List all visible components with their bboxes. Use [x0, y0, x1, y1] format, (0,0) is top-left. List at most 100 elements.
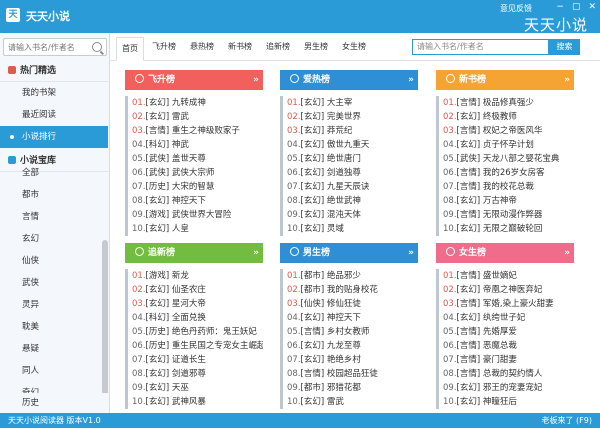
- sidebar-item-recent[interactable]: 最近阅读: [0, 104, 108, 126]
- list-item[interactable]: 06.[玄幻] 剑道独尊: [283, 166, 418, 180]
- close-icon[interactable]: ✕: [588, 2, 596, 12]
- list-item[interactable]: 05.[武侠] 天龙八部之婴花宝典: [439, 152, 574, 166]
- tab-xuanre[interactable]: 悬热榜: [190, 41, 214, 52]
- list-item[interactable]: 09.[言情] 无限动漫作弊器: [439, 208, 574, 222]
- tab-zhuixin[interactable]: 追新榜: [266, 41, 290, 52]
- list-item[interactable]: 01.[玄幻] 大主宰: [283, 96, 418, 110]
- list-item[interactable]: 04.[玄幻] 纨绔世子妃: [439, 311, 574, 325]
- sidebar-item-yanqing[interactable]: 言情: [0, 206, 108, 228]
- list-item[interactable]: 02.[玄幻] 终极教师: [439, 110, 574, 124]
- panel-header[interactable]: 爱热榜 »: [280, 70, 418, 90]
- list-item[interactable]: 03.[言情] 军婚,染上豪火甜妻: [439, 297, 574, 311]
- list-item[interactable]: 06.[言情] 我的26岁女房客: [439, 166, 574, 180]
- more-arrow-icon[interactable]: »: [253, 243, 259, 263]
- search-icon[interactable]: [92, 42, 102, 52]
- search-button[interactable]: 搜索: [549, 39, 580, 55]
- list-item[interactable]: 02.[都市] 我的贴身校花: [283, 283, 418, 297]
- minimize-icon[interactable]: −: [556, 2, 564, 12]
- list-item[interactable]: 09.[玄幻] 混沌天体: [283, 208, 418, 222]
- sidebar-search-input[interactable]: [4, 39, 88, 55]
- more-arrow-icon[interactable]: »: [564, 70, 570, 90]
- list-item[interactable]: 02.[玄幻] 帝凰之神医弃妃: [439, 283, 574, 297]
- list-item[interactable]: 08.[玄幻] 万古神帝: [439, 194, 574, 208]
- tab-newbooks[interactable]: 新书榜: [228, 41, 252, 52]
- list-item[interactable]: 05.[历史] 绝色丹药师：鬼王妖妃: [128, 325, 263, 339]
- list-item[interactable]: 07.[玄幻] 九星天辰诀: [283, 180, 418, 194]
- tab-female[interactable]: 女生榜: [342, 41, 366, 52]
- list-item[interactable]: 10.[玄幻] 神瞳狂后: [439, 395, 574, 409]
- list-item[interactable]: 10.[玄幻] 无限之巅破轮回: [439, 222, 574, 236]
- list-item[interactable]: 08.[玄幻] 剑道邪尊: [128, 367, 263, 381]
- list-item[interactable]: 09.[玄幻] 天巫: [128, 381, 263, 395]
- list-item[interactable]: 01.[言情] 极品修真强少: [439, 96, 574, 110]
- list-item[interactable]: 10.[玄幻] 人皇: [128, 222, 263, 236]
- list-item[interactable]: 01.[都市] 绝品邪少: [283, 269, 418, 283]
- list-item[interactable]: 06.[历史] 重生民国之专宠女主崛起: [128, 339, 263, 353]
- sidebar-item-dushi[interactable]: 都市: [0, 184, 108, 206]
- sidebar-item-ranking[interactable]: 小说排行: [0, 126, 108, 148]
- list-item[interactable]: 06.[言情] 恶魔总裁: [439, 339, 574, 353]
- list-item[interactable]: 09.[游戏] 武侠世界大冒险: [128, 208, 263, 222]
- list-item[interactable]: 10.[玄幻] 雷武: [283, 395, 418, 409]
- list-item[interactable]: 01.[游戏] 新龙: [128, 269, 263, 283]
- list-item[interactable]: 08.[言情] 校园超品狂徒: [283, 367, 418, 381]
- sidebar-item-wuxia[interactable]: 武侠: [0, 272, 108, 294]
- list-item[interactable]: 04.[科幻] 全面兑换: [128, 311, 263, 325]
- list-item[interactable]: 02.[玄幻] 雷武: [128, 110, 263, 124]
- sidebar-item-all[interactable]: 全部: [0, 162, 108, 184]
- list-item[interactable]: 07.[玄幻] 证道长生: [128, 353, 263, 367]
- more-arrow-icon[interactable]: »: [408, 243, 414, 263]
- sidebar-item-lingyi[interactable]: 灵异: [0, 294, 108, 316]
- list-item[interactable]: 07.[言情] 我的校花总裁: [439, 180, 574, 194]
- list-item[interactable]: 05.[言情] 乡村女教师: [283, 325, 418, 339]
- list-item[interactable]: 08.[玄幻] 绝世武神: [283, 194, 418, 208]
- panel-header[interactable]: 新书榜 »: [436, 70, 574, 90]
- sidebar-item-xianxia[interactable]: 仙侠: [0, 250, 108, 272]
- maximize-icon[interactable]: ▢: [572, 2, 581, 12]
- list-item[interactable]: 06.[武侠] 武侠大宗师: [128, 166, 263, 180]
- more-arrow-icon[interactable]: »: [253, 70, 259, 90]
- list-item[interactable]: 07.[言情] 豪门甜妻: [439, 353, 574, 367]
- sidebar-item-danmei[interactable]: 耽美: [0, 316, 108, 338]
- more-arrow-icon[interactable]: »: [564, 243, 570, 263]
- panel-header[interactable]: 女生榜 »: [436, 243, 574, 263]
- list-item[interactable]: 05.[武侠] 盖世天尊: [128, 152, 263, 166]
- sidebar-item-history[interactable]: 历史: [0, 393, 108, 413]
- list-item[interactable]: 02.[玄幻] 完美世界: [283, 110, 418, 124]
- panel-header[interactable]: 追新榜 »: [125, 243, 263, 263]
- sidebar-item-xuanyi[interactable]: 悬疑: [0, 338, 108, 360]
- list-item[interactable]: 04.[玄幻] 神控天下: [283, 311, 418, 325]
- sidebar-item-xuanhuan[interactable]: 玄幻: [0, 228, 108, 250]
- list-item[interactable]: 05.[言情] 先婚厚爱: [439, 325, 574, 339]
- list-item[interactable]: 09.[都市] 邪猎花都: [283, 381, 418, 395]
- sidebar-item-bookshelf[interactable]: 我的书架: [0, 82, 108, 104]
- list-item[interactable]: 10.[玄幻] 武神风暴: [128, 395, 263, 409]
- list-item[interactable]: 03.[仙侠] 修仙狂徒: [283, 297, 418, 311]
- list-item[interactable]: 03.[言情] 重生之神级败家子: [128, 124, 263, 138]
- sidebar-scrollbar[interactable]: [102, 240, 108, 408]
- list-item[interactable]: 01.[言情] 盛世嫡妃: [439, 269, 574, 283]
- tab-feisheng[interactable]: 飞升榜: [152, 41, 176, 52]
- tab-male[interactable]: 男生榜: [304, 41, 328, 52]
- sidebar-search[interactable]: [3, 38, 107, 56]
- list-item[interactable]: 05.[玄幻] 绝世唐门: [283, 152, 418, 166]
- tab-home[interactable]: 首页: [116, 37, 144, 61]
- list-item[interactable]: 08.[言情] 总裁的契约情人: [439, 367, 574, 381]
- boss-key-button[interactable]: 老板来了 (F9): [542, 413, 592, 428]
- list-item[interactable]: 08.[玄幻] 神控天下: [128, 194, 263, 208]
- feedback-link[interactable]: 意见反馈: [500, 3, 532, 14]
- list-item[interactable]: 01.[玄幻] 九转成神: [128, 96, 263, 110]
- list-item[interactable]: 07.[玄幻] 艳绝乡村: [283, 353, 418, 367]
- list-item[interactable]: 02.[玄幻] 仙圣农庄: [128, 283, 263, 297]
- list-item[interactable]: 07.[历史] 大宋的智慧: [128, 180, 263, 194]
- list-item[interactable]: 04.[科幻] 神武: [128, 138, 263, 152]
- panel-header[interactable]: 男生榜 »: [280, 243, 418, 263]
- list-item[interactable]: 04.[玄幻] 贞子怀孕计划: [439, 138, 574, 152]
- list-item[interactable]: 04.[玄幻] 傲世九重天: [283, 138, 418, 152]
- list-item[interactable]: 06.[玄幻] 九龙至尊: [283, 339, 418, 353]
- more-arrow-icon[interactable]: »: [408, 70, 414, 90]
- sidebar-item-tongren[interactable]: 同人: [0, 360, 108, 382]
- top-search-input[interactable]: 请输入书名/作者名: [412, 39, 549, 55]
- list-item[interactable]: 03.[言情] 权妃之帝医风华: [439, 124, 574, 138]
- list-item[interactable]: 10.[玄幻] 灵域: [283, 222, 418, 236]
